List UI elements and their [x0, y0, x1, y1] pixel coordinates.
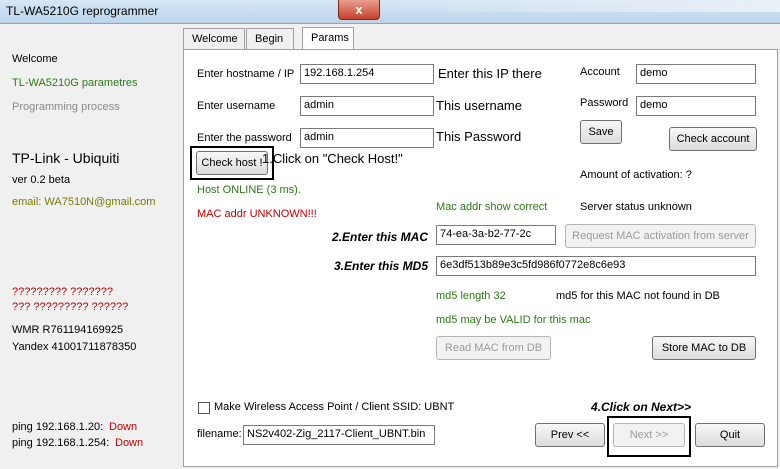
- window-title: TL-WA5210G reprogrammer: [6, 4, 159, 18]
- md5-length: md5 length 32: [436, 290, 506, 302]
- title-bar: TL-WA5210G reprogrammer x: [0, 0, 780, 24]
- md5-valid: md5 may be VALID for this mac: [436, 314, 591, 326]
- username-input[interactable]: admin: [300, 96, 434, 116]
- md5-not-found: md5 for this MAC not found in DB: [556, 290, 720, 302]
- sidebar-brand: TP-Link - Ubiquiti: [12, 150, 120, 166]
- mac-input[interactable]: 74-ea-3a-b2-77-2c: [436, 225, 556, 245]
- ping1-label: ping 192.168.1.20:: [12, 421, 104, 433]
- request-mac-button[interactable]: Request MAC activation from server: [565, 224, 756, 248]
- sidebar-wmr: WMR R761194169925: [12, 324, 124, 336]
- prev-button[interactable]: Prev <<: [535, 423, 605, 447]
- check-account-button[interactable]: Check account: [669, 127, 757, 151]
- username-label: Enter username: [197, 100, 276, 112]
- next-highlight: [607, 416, 691, 457]
- read-mac-button[interactable]: Read MAC from DB: [436, 336, 551, 360]
- tab-welcome[interactable]: Welcome: [183, 28, 245, 50]
- sidebar-programming: Programming process: [12, 101, 120, 113]
- mac-status: MAC addr UNKNOWN!!!: [197, 208, 317, 220]
- server-status: Server status unknown: [580, 201, 692, 213]
- store-mac-button[interactable]: Store MAC to DB: [652, 336, 756, 360]
- wireless-checkbox[interactable]: [198, 402, 210, 414]
- tab-begin[interactable]: Begin: [246, 28, 294, 50]
- close-button[interactable]: x: [338, 0, 380, 20]
- save-button[interactable]: Save: [580, 120, 622, 144]
- wireless-label: Make Wireless Access Point / Client SSID…: [214, 401, 455, 413]
- annotation-username: This username: [436, 98, 522, 113]
- sidebar: [0, 24, 180, 469]
- mac-correct-label: Mac addr show correct: [436, 201, 548, 213]
- password-label: Enter the password: [197, 132, 292, 144]
- quit-button[interactable]: Quit: [695, 423, 765, 447]
- sidebar-version: ver 0.2 beta: [12, 174, 71, 186]
- password-input[interactable]: admin: [300, 128, 434, 148]
- sidebar-q1: ????????? ???????: [12, 286, 113, 298]
- host-status: Host ONLINE (3 ms).: [197, 184, 301, 196]
- account-input[interactable]: demo: [636, 64, 756, 84]
- account-label: Account: [580, 66, 620, 78]
- annotation-password: This Password: [436, 129, 522, 144]
- account-password-label: Password: [580, 97, 629, 109]
- sidebar-email: email: WA7510N@gmail.com: [12, 196, 156, 208]
- tab-params[interactable]: Params: [302, 27, 354, 51]
- ping2-status: Down: [115, 437, 144, 449]
- sidebar-yandex: Yandex 41001711878350: [12, 341, 137, 353]
- title-bar-fade: [380, 0, 780, 12]
- hostname-input[interactable]: 192.168.1.254: [300, 64, 434, 84]
- sidebar-welcome: Welcome: [12, 53, 58, 65]
- annotation-next: 4.Click on Next>>: [591, 400, 692, 414]
- ping2-label: ping 192.168.1.254:: [12, 437, 110, 449]
- annotation-md5: 3.Enter this MD5: [334, 259, 429, 273]
- ping1-status: Down: [109, 421, 138, 433]
- account-password-input[interactable]: demo: [636, 96, 756, 116]
- sidebar-q2: ??? ????????? ??????: [12, 301, 129, 313]
- sidebar-parametres: TL-WA5210G parametres: [12, 77, 138, 89]
- hostname-label: Enter hostname / IP: [197, 68, 295, 80]
- annotation-ip: Enter this IP there: [438, 66, 542, 81]
- annotation-mac: 2.Enter this MAC: [332, 230, 429, 244]
- filename-label: filename:: [197, 428, 242, 440]
- amount-label: Amount of activation: ?: [580, 169, 692, 181]
- filename-input[interactable]: NS2v402-Zig_2117-Client_UBNT.bin: [243, 425, 435, 445]
- annotation-check-host: 1.Click on "Check Host!": [262, 151, 403, 166]
- md5-input[interactable]: 6e3df513b89e3c5fd986f0772e8c6e93: [436, 256, 756, 276]
